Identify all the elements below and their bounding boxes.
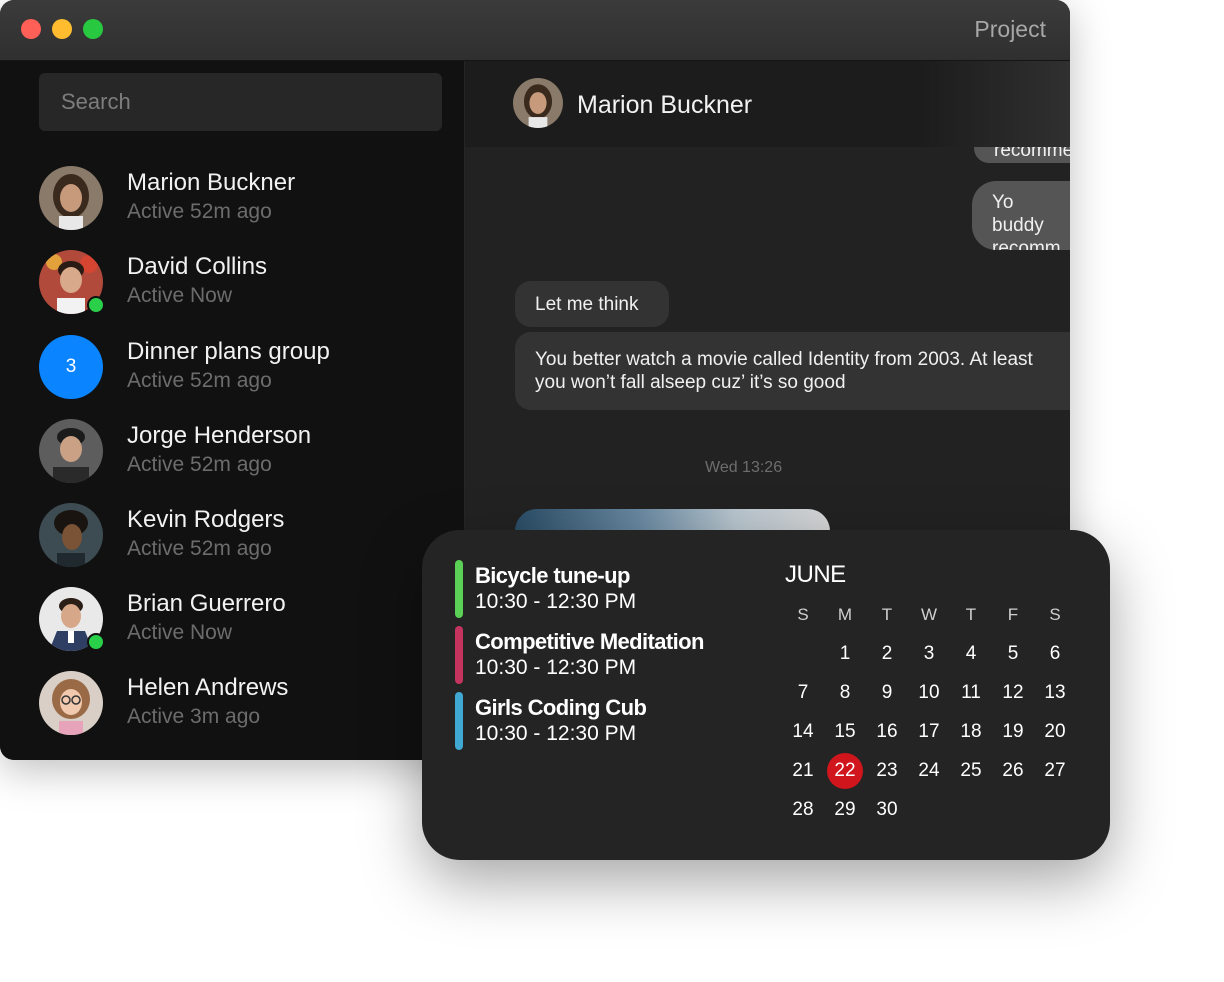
event-color-bar [455,560,463,618]
calendar-day[interactable]: 27 [1035,753,1075,789]
window-title: Project [974,16,1046,42]
contact-helen-andrews[interactable]: Helen Andrews Active 3m ago [39,671,439,741]
message-text: Let me think [535,294,639,315]
message-bubble-outgoing: Yo buddy recomme [972,181,1070,250]
event-title: Girls Coding Cub [475,695,647,720]
calendar-day[interactable]: 9 [867,675,907,711]
weekday-header: W [920,605,938,624]
message-text: You better watch a movie called Identity… [535,349,1033,393]
calendar-widget: Bicycle tune-up 10:30 - 12:30 PM Competi… [422,530,1110,860]
weekday-header: M [837,605,853,624]
calendar-day[interactable]: 23 [867,753,907,789]
zoom-window-button[interactable] [83,19,103,39]
calendar-day[interactable]: 4 [951,636,991,672]
contact-name: David Collins [127,253,268,280]
contact-david-collins[interactable]: David Collins Active Now [39,250,439,320]
chat-header: Marion Buckner [465,61,1070,147]
calendar-day[interactable]: 24 [909,753,949,789]
message-bubble-incoming: You better watch a movie called Identity… [515,332,1070,410]
contact-marion-buckner[interactable]: Marion Buckner Active 52m ago [39,166,439,236]
calendar-day[interactable]: 20 [1035,714,1075,750]
calendar-day[interactable]: 5 [993,636,1033,672]
contact-name: Kevin Rodgers [127,506,285,533]
calendar-day[interactable]: 12 [993,675,1033,711]
contact-dinner-plans-group[interactable]: 3 Dinner plans group Active 52m ago [39,335,439,405]
event-time: 10:30 - 12:30 PM [475,656,637,679]
event-title: Competitive Meditation [475,629,704,654]
weekday-header: S [797,605,809,624]
calendar-day-today[interactable]: 22 [827,753,863,789]
avatar [39,671,103,735]
avatar[interactable] [513,78,563,128]
title-bar: Project [0,0,1070,61]
contact-brian-guerrero[interactable]: Brian Guerrero Active Now [39,587,439,657]
calendar-day[interactable]: 30 [867,792,907,828]
event-time: 10:30 - 12:30 PM [475,722,637,745]
event-item[interactable]: Bicycle tune-up 10:30 - 12:30 PM [455,560,775,618]
contact-name: Helen Andrews [127,674,289,701]
calendar-day[interactable]: 7 [783,675,823,711]
event-color-bar [455,626,463,684]
event-color-bar [455,692,463,750]
event-time: 10:30 - 12:30 PM [475,590,637,613]
minimize-window-button[interactable] [52,19,72,39]
contact-kevin-rodgers[interactable]: Kevin Rodgers Active 52m ago [39,503,439,573]
close-window-button[interactable] [21,19,41,39]
avatar [39,503,103,567]
event-item[interactable]: Girls Coding Cub 10:30 - 12:30 PM [455,692,775,750]
calendar-day[interactable]: 10 [909,675,949,711]
calendar-day[interactable]: 25 [951,753,991,789]
contact-name: Dinner plans group [127,338,330,365]
group-count-badge: 3 [39,335,103,399]
calendar-day[interactable]: 19 [993,714,1033,750]
calendar-day[interactable]: 26 [993,753,1033,789]
calendar-day[interactable]: 2 [867,636,907,672]
calendar-day[interactable]: 18 [951,714,991,750]
contact-status: Active 52m ago [127,537,272,560]
message-timestamp: Wed 13:26 [705,459,783,476]
avatar [39,419,103,483]
event-title: Bicycle tune-up [475,563,630,588]
calendar-day[interactable]: 28 [783,792,823,828]
conversation-sidebar: Search Marion Buckner Active 52m ago Dav… [0,61,465,760]
calendar-day[interactable]: 3 [909,636,949,672]
weekday-header: S [1049,605,1061,624]
calendar-day[interactable]: 11 [951,675,991,711]
contact-name: Jorge Henderson [127,422,312,449]
search-input[interactable]: Search [39,73,442,131]
contact-status: Active 52m ago [127,200,272,223]
chat-contact-name: Marion Buckner [577,91,753,119]
online-indicator [87,296,105,314]
calendar-day[interactable]: 1 [825,636,865,672]
calendar-day[interactable]: 29 [825,792,865,828]
calendar-day[interactable]: 21 [783,753,823,789]
message-bubble-incoming: Let me think [515,281,669,327]
avatar [39,166,103,230]
calendar-day[interactable]: 13 [1035,675,1075,711]
calendar-day[interactable]: 6 [1035,636,1075,672]
calendar-day[interactable]: 17 [909,714,949,750]
contact-status: Active 52m ago [127,453,272,476]
contact-name: Marion Buckner [127,169,296,196]
calendar-day[interactable]: 14 [783,714,823,750]
calendar-day[interactable]: 16 [867,714,907,750]
message-text: Yo buddy recomme [992,192,1061,250]
contact-status: Active Now [127,284,233,307]
online-indicator [87,633,105,651]
weekday-header: T [965,605,977,624]
contact-status: Active Now [127,621,233,644]
contact-jorge-henderson[interactable]: Jorge Henderson Active 52m ago [39,419,439,489]
weekday-header: T [881,605,893,624]
calendar-month: JUNE [785,561,846,588]
weekday-header: F [1007,605,1019,624]
contact-status: Active 3m ago [127,705,261,728]
event-item[interactable]: Competitive Meditation 10:30 - 12:30 PM [455,626,775,684]
contact-name: Brian Guerrero [127,590,286,617]
calendar-day[interactable]: 15 [825,714,865,750]
contact-status: Active 52m ago [127,369,272,392]
calendar-day[interactable]: 8 [825,675,865,711]
